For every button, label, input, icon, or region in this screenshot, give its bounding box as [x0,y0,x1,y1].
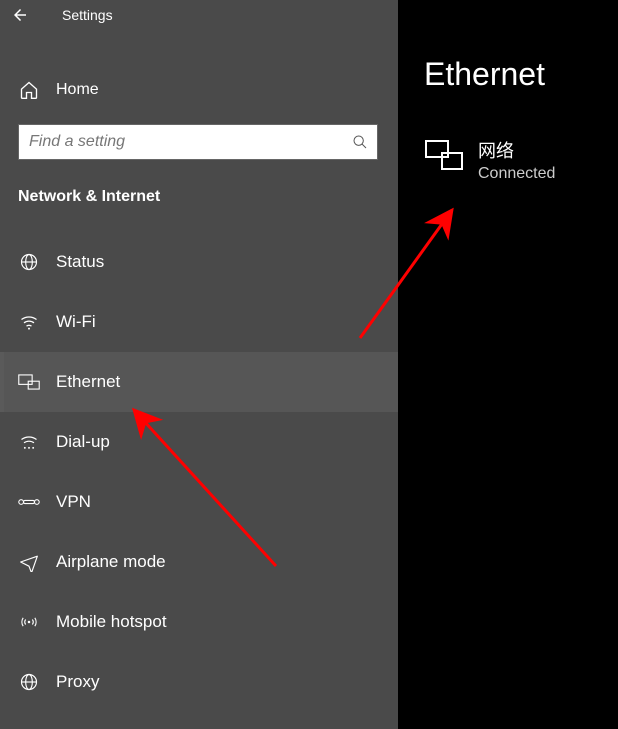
back-button[interactable] [8,3,32,27]
adapter-text: 网络 Connected [478,137,555,183]
window-title: Settings [62,7,113,23]
sidebar-item-label: Ethernet [56,372,120,392]
sidebar-item-ethernet[interactable]: Ethernet [0,352,398,412]
sidebar-item-vpn[interactable]: VPN [0,472,398,532]
proxy-icon [18,672,40,692]
home-icon [18,80,40,100]
sidebar-item-label: Mobile hotspot [56,612,167,632]
adapter-name: 网络 [478,137,555,163]
sidebar-item-dialup[interactable]: Dial-up [0,412,398,472]
hotspot-icon [18,612,40,632]
adapter-status: Connected [478,165,555,183]
dialup-icon [18,432,40,452]
sidebar-item-proxy[interactable]: Proxy [0,652,398,712]
globe-icon [18,252,40,272]
sidebar-item-label: Status [56,252,104,272]
search-field[interactable] [18,124,378,160]
sidebar-item-hotspot[interactable]: Mobile hotspot [0,592,398,652]
back-arrow-icon [11,6,29,24]
settings-sidebar: Settings Home Network & Internet Status … [0,0,398,729]
sidebar-item-status[interactable]: Status [0,232,398,292]
sidebar-item-home[interactable]: Home [0,70,398,110]
sidebar-item-label: Home [56,81,99,99]
sidebar-item-label: Proxy [56,672,99,692]
ethernet-icon [18,372,40,392]
sidebar-item-label: Wi-Fi [56,312,96,332]
airplane-icon [18,552,40,572]
network-adapter-item[interactable]: 网络 Connected [424,137,618,183]
sidebar-item-airplane[interactable]: Airplane mode [0,532,398,592]
page-title: Ethernet [424,56,618,93]
sidebar-item-label: Airplane mode [56,552,166,572]
sidebar-item-wifi[interactable]: Wi-Fi [0,292,398,352]
vpn-icon [18,492,40,512]
nav-list: Status Wi-Fi Ethernet Dial-up VPN [0,232,398,712]
ethernet-adapter-icon [424,137,464,173]
content-pane: Ethernet 网络 Connected [398,0,618,729]
search-input[interactable] [18,124,378,160]
section-header: Network & Internet [18,188,398,206]
wifi-icon [18,312,40,332]
sidebar-item-label: Dial-up [56,432,110,452]
sidebar-item-label: VPN [56,492,91,512]
titlebar: Settings [0,0,398,30]
